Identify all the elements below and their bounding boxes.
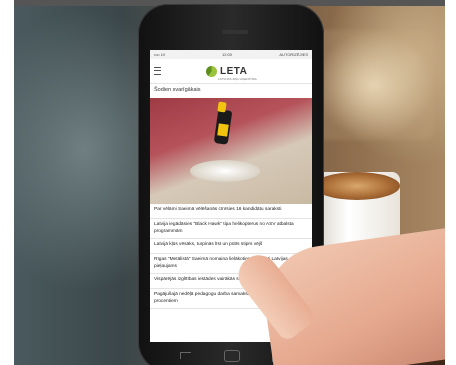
brand-tagline: LATVIJAS ZIŅU AĢENTŪRA (218, 77, 257, 81)
back-icon[interactable] (180, 352, 191, 359)
background-photo: •••• LV 12:00 AUTORIZĒJIES LETA LATVIJAS… (14, 0, 445, 365)
section-title: Šodien svarīgākais (154, 87, 201, 93)
status-right: AUTORIZĒJIES (279, 52, 308, 57)
earpiece-speaker (222, 30, 248, 34)
signal-indicator: •••• LV (154, 52, 166, 57)
news-item[interactable]: Par vēlāmi Saeimā vēlēšanās cīnīsies 16 … (150, 204, 312, 219)
front-camera (232, 16, 238, 22)
bottle-cap (217, 101, 227, 113)
news-item[interactable]: Latvija iegādāsies "Black Hawk" tipa hel… (150, 219, 312, 239)
status-time: 12:00 (222, 52, 233, 57)
brand-name: LETA (220, 65, 248, 77)
brand-logo[interactable]: LETA (206, 64, 247, 78)
logo-mark-icon (206, 65, 217, 77)
news-item[interactable]: Latvijā kļūs vēsāks, turpinās līst un pū… (150, 239, 312, 254)
plate (190, 160, 260, 182)
window-light (314, 30, 434, 140)
coffee-surface (314, 172, 400, 200)
hero-image[interactable] (150, 98, 312, 204)
app-header: LETA LATVIJAS ZIŅU AĢENTŪRA (150, 59, 312, 84)
status-bar: •••• LV 12:00 AUTORIZĒJIES (150, 50, 312, 59)
hamburger-menu-icon[interactable] (154, 67, 161, 75)
home-icon[interactable] (224, 350, 240, 362)
bottle-label (217, 123, 229, 137)
